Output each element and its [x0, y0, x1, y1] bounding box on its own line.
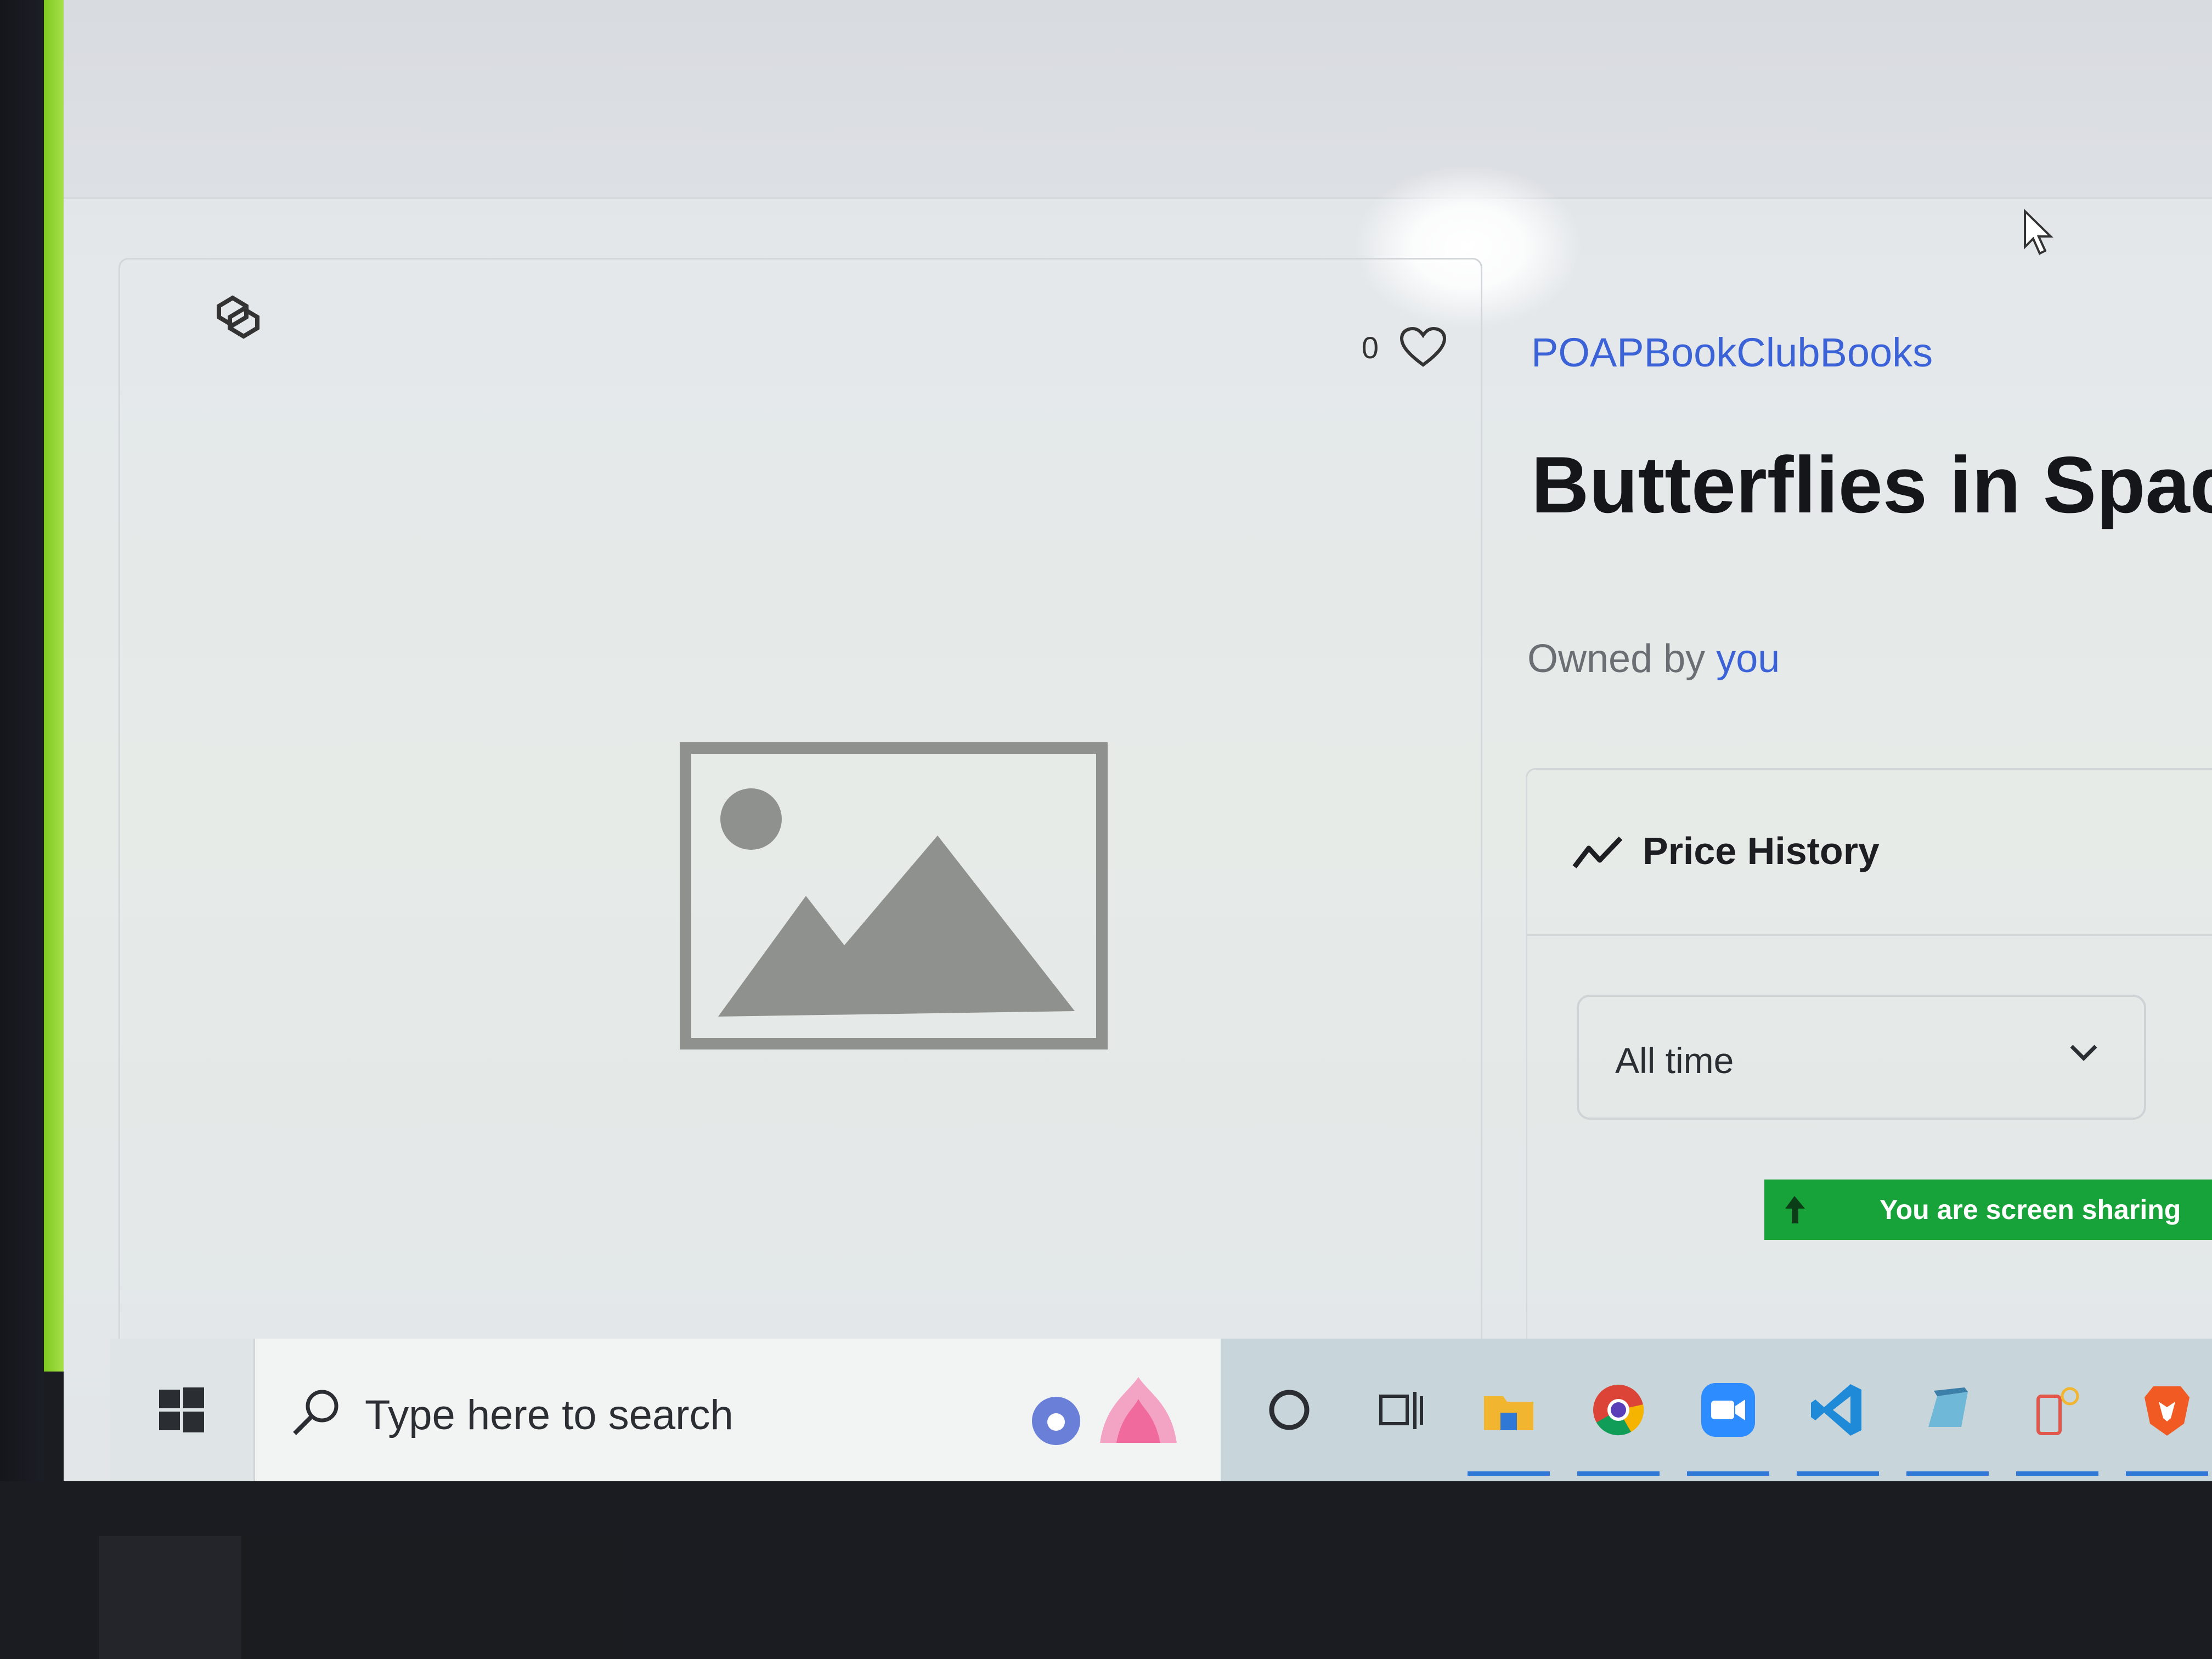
heart-icon[interactable] — [1398, 325, 1448, 369]
window-edge — [44, 0, 64, 1372]
screen-sharing-text: You are screen sharing — [1880, 1194, 2181, 1225]
taskbar: Type here to search — [110, 1339, 2212, 1481]
monitor-osd — [99, 1536, 625, 1659]
zoom-icon — [1701, 1383, 1755, 1437]
polygon-chain-icon — [217, 295, 259, 339]
running-indicator — [1906, 1471, 1989, 1476]
owned-by-label: Owned by — [1527, 637, 1706, 681]
cortana-icon — [1269, 1390, 1310, 1430]
trend-line-icon — [1572, 836, 1623, 868]
zoom-button[interactable] — [1679, 1339, 1778, 1481]
owner-line: Owned by you — [1527, 636, 1780, 681]
file-explorer-button[interactable] — [1459, 1339, 1558, 1481]
brave-button[interactable] — [2118, 1339, 2212, 1481]
search-placeholder: Type here to search — [365, 1392, 733, 1438]
monitor-badge — [99, 1536, 241, 1659]
screen: 0 POAPBookClubBooks Butterflies in Space… — [64, 0, 2212, 1481]
favorite-control[interactable]: 0 — [1362, 325, 1448, 369]
task-view-icon — [1379, 1392, 1423, 1429]
brave-icon — [2145, 1386, 2190, 1436]
price-history-header[interactable]: Price History — [1527, 770, 2212, 936]
app-icon — [2036, 1387, 2079, 1435]
windows-logo-icon — [159, 1387, 204, 1432]
running-indicator — [1577, 1471, 1660, 1476]
nft-title: Butterflies in Space: — [1531, 440, 2212, 529]
price-history-title: Price History — [1643, 830, 1880, 872]
running-indicator — [1468, 1471, 1550, 1476]
search-icon — [293, 1390, 338, 1435]
collection-link[interactable]: POAPBookClubBooks — [1531, 329, 1933, 376]
mouse-cursor-icon — [2024, 208, 2053, 255]
like-count: 0 — [1361, 330, 1379, 365]
chevron-down-icon — [2070, 1045, 2097, 1061]
running-indicator — [2016, 1471, 2098, 1476]
file-explorer-icon — [1484, 1396, 1533, 1430]
app-icon — [1928, 1387, 1968, 1427]
running-indicator — [2126, 1471, 2208, 1476]
image-placeholder-icon — [680, 742, 1108, 1049]
taskbar-search[interactable]: Type here to search — [253, 1339, 1221, 1481]
app-button[interactable] — [2008, 1339, 2107, 1481]
running-indicator — [1687, 1471, 1769, 1476]
vscode-icon — [1811, 1384, 1861, 1436]
page-header — [64, 0, 2212, 199]
app-button[interactable] — [1898, 1339, 1997, 1481]
chrome-button[interactable] — [1569, 1339, 1668, 1481]
nft-media-panel: 0 — [119, 258, 1482, 1358]
owner-link[interactable]: you — [1716, 637, 1780, 681]
cortana-button[interactable] — [1240, 1339, 1339, 1481]
start-button[interactable] — [110, 1339, 253, 1481]
running-indicator — [1797, 1471, 1879, 1476]
vscode-button[interactable] — [1788, 1339, 1887, 1481]
screen-sharing-banner[interactable]: You are screen sharing — [1764, 1180, 2212, 1240]
search-highlight-icon — [1032, 1377, 1177, 1445]
task-view-button[interactable] — [1350, 1339, 1448, 1481]
monitor-bezel — [0, 0, 44, 1481]
share-arrow-icon — [1785, 1196, 1805, 1223]
time-range-value: All time — [1615, 1040, 1734, 1081]
time-range-select[interactable]: All time — [1577, 995, 2146, 1120]
chrome-icon — [1593, 1385, 1644, 1436]
